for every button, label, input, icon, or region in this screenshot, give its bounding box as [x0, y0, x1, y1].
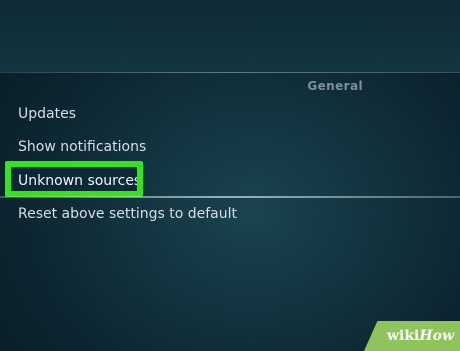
section-header-general: General [307, 79, 363, 93]
highlight-box [5, 161, 143, 197]
watermark-how-text: How [419, 328, 454, 344]
watermark-wiki-text: wiki [386, 328, 420, 344]
wikihow-watermark: wiki How [364, 321, 460, 351]
setting-reset-defaults[interactable]: Reset above settings to default [18, 206, 237, 222]
setting-updates[interactable]: Updates [18, 106, 76, 122]
top-band [0, 0, 460, 72]
header-divider [0, 72, 460, 73]
focus-underline [0, 196, 460, 198]
setting-show-notifications[interactable]: Show notifications [18, 139, 146, 155]
